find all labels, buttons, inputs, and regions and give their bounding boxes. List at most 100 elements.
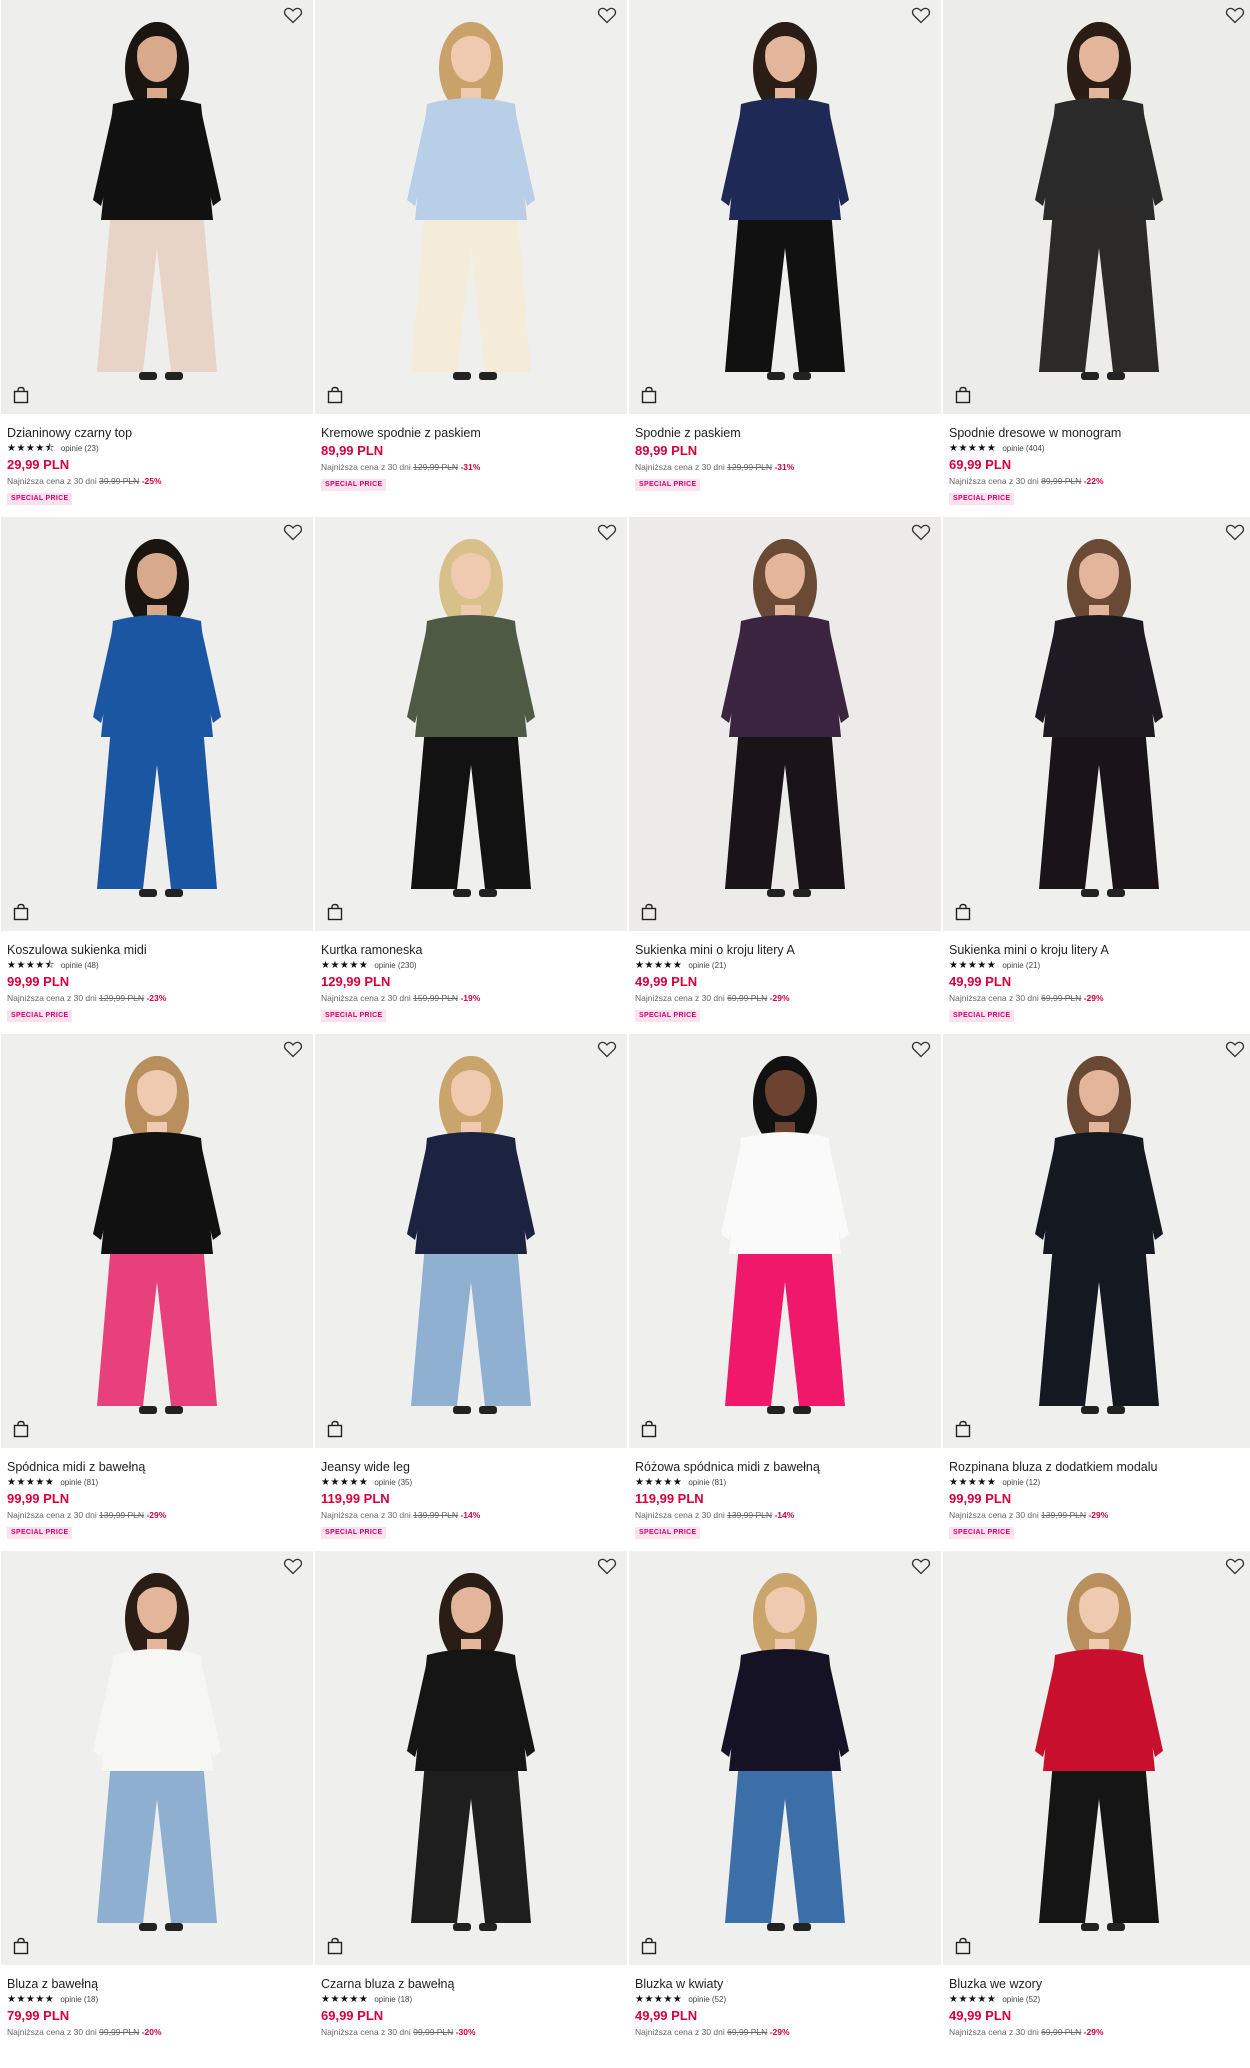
- review-count[interactable]: opinie (23): [61, 444, 99, 453]
- product-image[interactable]: [315, 1551, 627, 1965]
- product-name[interactable]: Rozpinana bluza z dodatkiem modalu: [949, 1460, 1250, 1475]
- review-count[interactable]: opinie (52): [1002, 1995, 1040, 2004]
- product-image[interactable]: [1, 1551, 313, 1965]
- product-image[interactable]: [629, 0, 941, 414]
- review-count[interactable]: opinie (18): [60, 1995, 98, 2004]
- shopping-bag-icon[interactable]: [327, 1420, 343, 1438]
- product-name[interactable]: Sukienka mini o kroju litery A: [635, 943, 941, 958]
- heart-outline-icon[interactable]: [597, 1040, 617, 1058]
- product-name[interactable]: Czarna bluza z bawełną: [321, 1977, 627, 1992]
- review-count[interactable]: opinie (21): [1002, 961, 1040, 970]
- product-card[interactable]: Rozpinana bluza z dodatkiem modalu ★★★★★…: [943, 1034, 1250, 1551]
- heart-outline-icon[interactable]: [1225, 1557, 1245, 1575]
- product-name[interactable]: Sukienka mini o kroju litery A: [949, 943, 1250, 958]
- shopping-bag-icon[interactable]: [955, 903, 971, 921]
- shopping-bag-icon[interactable]: [327, 903, 343, 921]
- product-image[interactable]: [1, 517, 313, 931]
- star-icon: ★★★★⯪: [7, 959, 55, 971]
- heart-outline-icon[interactable]: [1225, 523, 1245, 541]
- product-card[interactable]: Sukienka mini o kroju litery A ★★★★★ opi…: [943, 517, 1250, 1034]
- review-count[interactable]: opinie (81): [60, 1478, 98, 1487]
- product-card[interactable]: Czarna bluza z bawełną ★★★★★ opinie (18)…: [315, 1551, 627, 2068]
- product-image[interactable]: [315, 0, 627, 414]
- review-count[interactable]: opinie (12): [1002, 1478, 1040, 1487]
- heart-outline-icon[interactable]: [283, 1557, 303, 1575]
- product-card[interactable]: Kremowe spodnie z paskiem 89,99 PLN Najn…: [315, 0, 627, 517]
- heart-outline-icon[interactable]: [911, 523, 931, 541]
- heart-outline-icon[interactable]: [597, 1557, 617, 1575]
- heart-outline-icon[interactable]: [911, 6, 931, 24]
- product-card[interactable]: Kurtka ramoneska ★★★★★ opinie (230) 129,…: [315, 517, 627, 1034]
- heart-outline-icon[interactable]: [283, 1040, 303, 1058]
- product-card[interactable]: Bluza z bawełną ★★★★★ opinie (18) 79,99 …: [1, 1551, 313, 2068]
- shopping-bag-icon[interactable]: [13, 903, 29, 921]
- product-price: 49,99 PLN: [949, 2008, 1012, 2023]
- product-name[interactable]: Kremowe spodnie z paskiem: [321, 426, 627, 441]
- product-image[interactable]: [943, 1551, 1250, 1965]
- product-image[interactable]: [315, 1034, 627, 1448]
- product-name[interactable]: Bluzka we wzory: [949, 1977, 1250, 1992]
- product-card[interactable]: Różowa spódnica midi z bawełną ★★★★★ opi…: [629, 1034, 941, 1551]
- heart-outline-icon[interactable]: [597, 6, 617, 24]
- product-image[interactable]: [943, 517, 1250, 931]
- product-image[interactable]: [629, 1034, 941, 1448]
- shopping-bag-icon[interactable]: [13, 1937, 29, 1955]
- product-image[interactable]: [629, 1551, 941, 1965]
- product-card[interactable]: Spódnica midi z bawełną ★★★★★ opinie (81…: [1, 1034, 313, 1551]
- review-count[interactable]: opinie (48): [61, 961, 99, 970]
- heart-outline-icon[interactable]: [1225, 6, 1245, 24]
- product-card[interactable]: Bluzka w kwiaty ★★★★★ opinie (52) 49,99 …: [629, 1551, 941, 2068]
- heart-outline-icon[interactable]: [911, 1040, 931, 1058]
- shopping-bag-icon[interactable]: [641, 1937, 657, 1955]
- model-figure: [315, 0, 627, 414]
- shopping-bag-icon[interactable]: [641, 903, 657, 921]
- product-name[interactable]: Bluzka w kwiaty: [635, 1977, 941, 1992]
- discount-percent: -25%: [141, 476, 162, 486]
- product-name[interactable]: Spodnie dresowe w monogram: [949, 426, 1250, 441]
- heart-outline-icon[interactable]: [597, 523, 617, 541]
- review-count[interactable]: opinie (21): [688, 961, 726, 970]
- product-name[interactable]: Spódnica midi z bawełną: [7, 1460, 313, 1475]
- heart-outline-icon[interactable]: [1225, 1040, 1245, 1058]
- review-count[interactable]: opinie (230): [374, 961, 416, 970]
- shopping-bag-icon[interactable]: [955, 386, 971, 404]
- review-count[interactable]: opinie (81): [688, 1478, 726, 1487]
- product-image[interactable]: [1, 1034, 313, 1448]
- product-image[interactable]: [1, 0, 313, 414]
- product-name[interactable]: Jeansy wide leg: [321, 1460, 627, 1475]
- shopping-bag-icon[interactable]: [13, 1420, 29, 1438]
- shopping-bag-icon[interactable]: [13, 386, 29, 404]
- product-card[interactable]: Spodnie z paskiem 89,99 PLN Najniższa ce…: [629, 0, 941, 517]
- product-name[interactable]: Koszulowa sukienka midi: [7, 943, 313, 958]
- product-card[interactable]: Jeansy wide leg ★★★★★ opinie (35) 119,99…: [315, 1034, 627, 1551]
- heart-outline-icon[interactable]: [911, 1557, 931, 1575]
- product-name[interactable]: Kurtka ramoneska: [321, 943, 627, 958]
- review-count[interactable]: opinie (35): [374, 1478, 412, 1487]
- shopping-bag-icon[interactable]: [327, 386, 343, 404]
- product-name[interactable]: Spodnie z paskiem: [635, 426, 941, 441]
- product-name[interactable]: Dzianinowy czarny top: [7, 426, 313, 441]
- review-count[interactable]: opinie (52): [688, 1995, 726, 2004]
- shopping-bag-icon[interactable]: [641, 386, 657, 404]
- product-image[interactable]: [943, 1034, 1250, 1448]
- shopping-bag-icon[interactable]: [955, 1937, 971, 1955]
- shopping-bag-icon[interactable]: [327, 1937, 343, 1955]
- product-card[interactable]: Spodnie dresowe w monogram ★★★★★ opinie …: [943, 0, 1250, 517]
- model-figure: [315, 1551, 627, 1965]
- special-price-badge: SPECIAL PRICE: [7, 1010, 73, 1022]
- heart-outline-icon[interactable]: [283, 523, 303, 541]
- review-count[interactable]: opinie (404): [1002, 444, 1044, 453]
- product-name[interactable]: Bluza z bawełną: [7, 1977, 313, 1992]
- heart-outline-icon[interactable]: [283, 6, 303, 24]
- product-name[interactable]: Różowa spódnica midi z bawełną: [635, 1460, 941, 1475]
- product-card[interactable]: Sukienka mini o kroju litery A ★★★★★ opi…: [629, 517, 941, 1034]
- product-card[interactable]: Bluzka we wzory ★★★★★ opinie (52) 49,99 …: [943, 1551, 1250, 2068]
- product-image[interactable]: [629, 517, 941, 931]
- shopping-bag-icon[interactable]: [955, 1420, 971, 1438]
- shopping-bag-icon[interactable]: [641, 1420, 657, 1438]
- product-card[interactable]: Koszulowa sukienka midi ★★★★⯪ opinie (48…: [1, 517, 313, 1034]
- product-card[interactable]: Dzianinowy czarny top ★★★★⯪ opinie (23) …: [1, 0, 313, 517]
- review-count[interactable]: opinie (18): [374, 1995, 412, 2004]
- product-image[interactable]: [943, 0, 1250, 414]
- product-image[interactable]: [315, 517, 627, 931]
